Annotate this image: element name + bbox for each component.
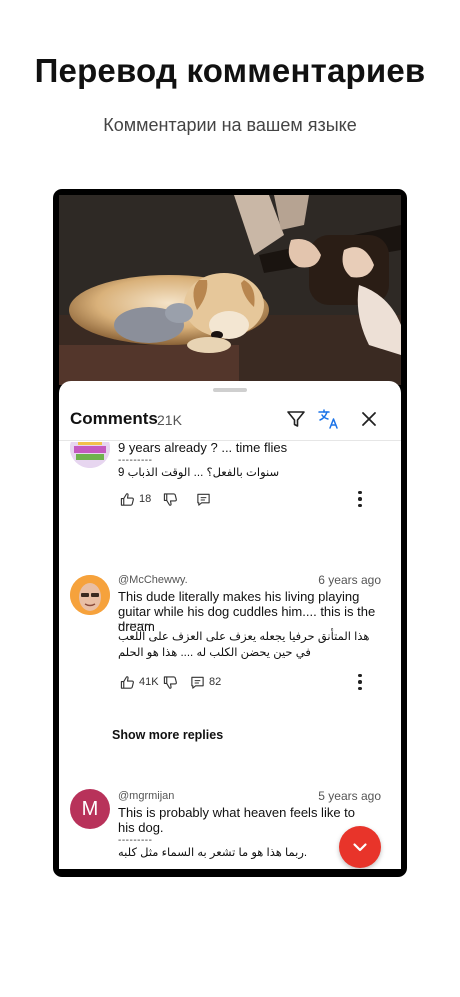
translate-icon[interactable] bbox=[317, 407, 341, 431]
chevron-down-icon bbox=[353, 843, 367, 852]
avatar-letter: M bbox=[81, 797, 99, 820]
comments-title: Comments bbox=[70, 409, 158, 428]
comment-actions: 41K 82 bbox=[118, 672, 388, 692]
reply-icon bbox=[191, 676, 204, 689]
filter-icon[interactable] bbox=[284, 407, 308, 431]
video-thumbnail-image bbox=[59, 195, 401, 385]
comment-text: This dude literally makes his living pla… bbox=[118, 589, 376, 634]
thumbs-up-icon bbox=[120, 675, 134, 689]
like-count: 18 bbox=[139, 493, 152, 505]
reply-icon bbox=[197, 493, 210, 506]
like-button[interactable]: 18 bbox=[120, 489, 151, 509]
avatar[interactable] bbox=[70, 575, 110, 615]
avatar[interactable] bbox=[70, 442, 110, 468]
comment-time: 5 years ago bbox=[318, 789, 381, 803]
thumbs-down-icon bbox=[163, 675, 177, 689]
comment-text: This is probably what heaven feels like … bbox=[118, 805, 356, 835]
drag-handle[interactable] bbox=[213, 388, 247, 392]
phone-frame: Comments 21K 9 years already ? ... time … bbox=[53, 189, 407, 877]
close-icon[interactable] bbox=[357, 407, 381, 431]
video-player[interactable] bbox=[59, 195, 401, 385]
comment-author[interactable]: @McChewwy. bbox=[118, 574, 188, 586]
scroll-down-button[interactable] bbox=[339, 826, 381, 868]
comment-translation: .ربما هذا هو ما تشعر به السماء مثل كلبه bbox=[118, 847, 308, 859]
comment-text: 9 years already ? ... time flies bbox=[118, 442, 288, 455]
like-button[interactable]: 41K bbox=[120, 672, 159, 692]
comments-sheet: Comments 21K 9 years already ? ... time … bbox=[59, 381, 401, 869]
comment-translation: هذا المتأنق حرفيا يجعله يعزف على العزف ع… bbox=[118, 631, 370, 659]
comments-header: Comments 21K bbox=[59, 397, 401, 441]
comment-actions: 18 bbox=[118, 489, 388, 509]
comment-author[interactable]: @mgrmijan bbox=[118, 790, 174, 802]
more-options-icon[interactable] bbox=[352, 489, 368, 509]
like-count: 41K bbox=[139, 676, 159, 688]
comment-time: 6 years ago bbox=[318, 573, 381, 587]
reply-count: 82 bbox=[209, 676, 222, 688]
reply-button[interactable]: 82 bbox=[190, 672, 221, 692]
promo-subtitle: Комментарии на вашем языке bbox=[103, 115, 357, 135]
avatar[interactable]: M bbox=[70, 789, 110, 829]
thumbs-up-icon bbox=[120, 492, 134, 506]
dislike-button[interactable] bbox=[163, 489, 178, 509]
reply-button[interactable] bbox=[196, 489, 211, 509]
show-more-replies-button[interactable]: Show more replies bbox=[112, 728, 223, 742]
comment-translation: سنوات بالفعل؟ ... الوقت الذباب 9 bbox=[118, 467, 280, 479]
comments-list: 9 years already ? ... time flies -------… bbox=[59, 442, 401, 869]
more-options-icon[interactable] bbox=[352, 672, 368, 692]
dislike-button[interactable] bbox=[163, 672, 178, 692]
comments-count: 21K bbox=[157, 412, 182, 428]
promo-title: Перевод комментариев bbox=[34, 52, 426, 89]
thumbs-down-icon bbox=[163, 492, 177, 506]
